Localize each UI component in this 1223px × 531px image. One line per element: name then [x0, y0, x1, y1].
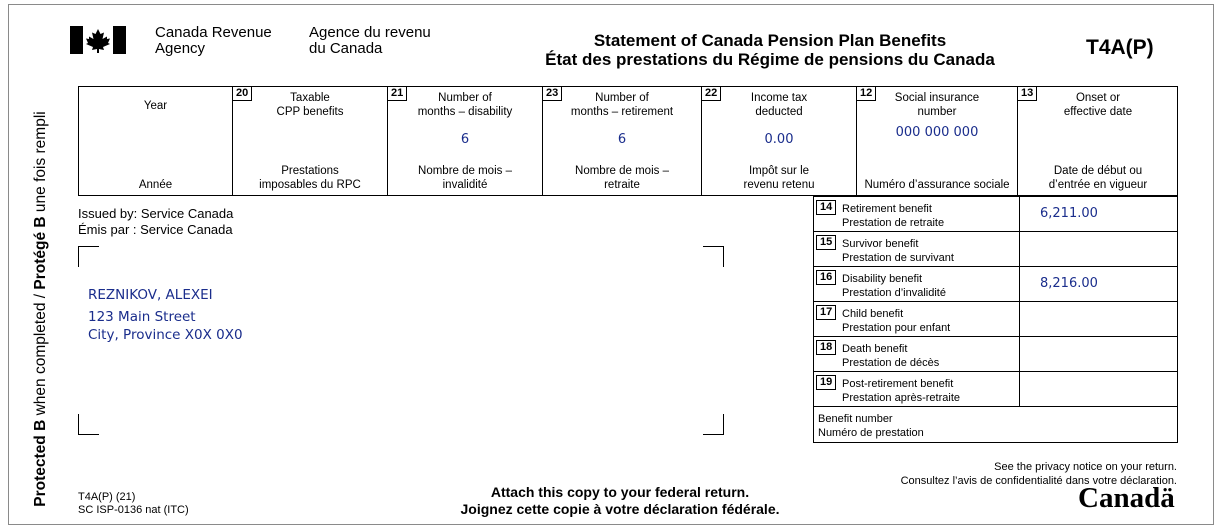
benefit-row-14: 14 Retirement benefit Prestation de retrai… [814, 197, 1177, 232]
benefit-boxes: 14 Retirement benefit Prestation de retrai… [813, 196, 1178, 443]
benefit-label: Child benefit Prestation pour enfant [842, 308, 951, 334]
box-number: 19 [816, 375, 837, 390]
address-corner-tr [703, 246, 724, 267]
field-label-fr: Numéro d’assurance sociale [864, 179, 1010, 191]
issued-by: Issued by: Service Canada Émis par : Serv… [78, 206, 234, 237]
field-box-23: 23 Number of months – retirement Nombre de… [542, 86, 701, 195]
box-number: 18 [816, 340, 837, 355]
benefit-label: Disability benefit Prestation d’invalidit… [842, 273, 946, 299]
benefit-label: Post-retirement benefit Prestation après-… [842, 378, 960, 404]
field-label-fr: Prestations imposables du RPC [259, 165, 361, 191]
field-box-12: 12 Social insurance number Numéro d’assura… [856, 86, 1017, 195]
recipient-street: 123 Main Street [88, 309, 196, 325]
benefit-label-cell: 18 Death benefit Prestation de décès [814, 337, 1020, 371]
field-label-en: Year [143, 100, 168, 112]
agency-name-en: Canada Revenue Agency [155, 24, 272, 57]
benefit-row-15: 15 Survivor benefit Prestation de survivan… [814, 232, 1177, 267]
field-value: 0.00 [764, 132, 794, 147]
field-box-year: Year Année [79, 87, 232, 195]
top-fields-grid: Year Année 20 Taxable CPP benefits Prestatio… [78, 86, 1178, 196]
recipient-city: City, Province X0X 0X0 [88, 327, 243, 343]
field-label-en: Number of months – retirement [570, 92, 674, 118]
agency-name-fr: Agence du revenu du Canada [309, 24, 431, 57]
field-label-fr: Année [138, 179, 173, 191]
benefit-row-18: 18 Death benefit Prestation de décès [814, 337, 1177, 372]
field-label-fr: Date de début ou d’entrée en vigueur [1048, 165, 1148, 191]
benefit-amount: 6,211.00 [1040, 206, 1098, 221]
field-box-22: 22 Income tax deducted Impôt sur le revenu… [701, 86, 856, 195]
box-number: 17 [816, 305, 837, 320]
form-code: T4A(P) [1086, 36, 1154, 59]
address-corner-tl [78, 246, 99, 267]
field-label-fr: Nombre de mois – invalidité [418, 165, 512, 191]
attach-instruction: Attach this copy to your federal return.… [460, 484, 780, 517]
benefit-number-row: Benefit number Numéro de prestation [814, 407, 1177, 442]
canada-flag-icon [70, 26, 126, 54]
benefit-amount: 8,216.00 [1040, 276, 1098, 291]
field-value: 6 [460, 132, 470, 147]
box-number: 14 [816, 200, 837, 215]
benefit-label-cell: 15 Survivor benefit Prestation de survivan… [814, 232, 1020, 266]
recipient-address: REZNIKOV, ALEXEI 123 Main Street City, P… [88, 286, 243, 344]
benefit-label-cell: 19 Post-retirement benefit Prestation aprè… [814, 372, 1020, 406]
address-corner-br [703, 414, 724, 435]
field-label-en: Onset or effective date [1063, 92, 1133, 118]
benefit-label-cell: 16 Disability benefit Prestation d’invalid… [814, 267, 1020, 301]
benefit-row-16: 16 Disability benefit Prestation d’invalid… [814, 267, 1177, 302]
form-title: Statement of Canada Pension Plan Benefit… [545, 31, 995, 69]
benefit-row-19: 19 Post-retirement benefit Prestation aprè… [814, 372, 1177, 407]
box-number: 16 [816, 270, 837, 285]
benefit-label-cell: 17 Child benefit Prestation pour enfant [814, 302, 1020, 336]
field-value: 6 [617, 132, 627, 147]
box-number: 15 [816, 235, 837, 250]
form-footer-code: T4A(P) (21) SC ISP-0136 nat (ITC) [78, 491, 189, 516]
field-box-13: 13 Onset or effective date Date de début o… [1017, 86, 1178, 195]
field-box-21: 21 Number of months – disability Nombre de… [387, 86, 542, 195]
benefit-label: Survivor benefit Prestation de survivant [842, 238, 954, 264]
protected-b-side-label: Protected B when completed / Protégé B u… [32, 110, 49, 507]
address-corner-bl [78, 414, 99, 435]
field-label-en: Taxable CPP benefits [276, 92, 344, 118]
field-box-20: 20 Taxable CPP benefits Prestations imposa… [232, 86, 387, 195]
benefit-label: Retirement benefit Prestation de retraite [842, 203, 945, 229]
recipient-name: REZNIKOV, ALEXEI [88, 287, 213, 303]
field-label-en: Social insurance number [894, 92, 980, 118]
benefit-number-label: Benefit number Numéro de prestation [818, 413, 924, 439]
field-label-en: Income tax deducted [750, 92, 808, 118]
field-label-fr: Impôt sur le revenu retenu [743, 165, 815, 191]
benefit-row-17: 17 Child benefit Prestation pour enfant [814, 302, 1177, 337]
field-label-fr: Nombre de mois – retraite [575, 165, 669, 191]
field-label-en: Number of months – disability [417, 92, 513, 118]
field-value: 000 000 000 [895, 125, 979, 140]
benefit-label-cell: 14 Retirement benefit Prestation de retrai… [814, 197, 1020, 231]
canada-wordmark: Canadä [1078, 482, 1175, 514]
benefit-label: Death benefit Prestation de décès [842, 343, 940, 369]
